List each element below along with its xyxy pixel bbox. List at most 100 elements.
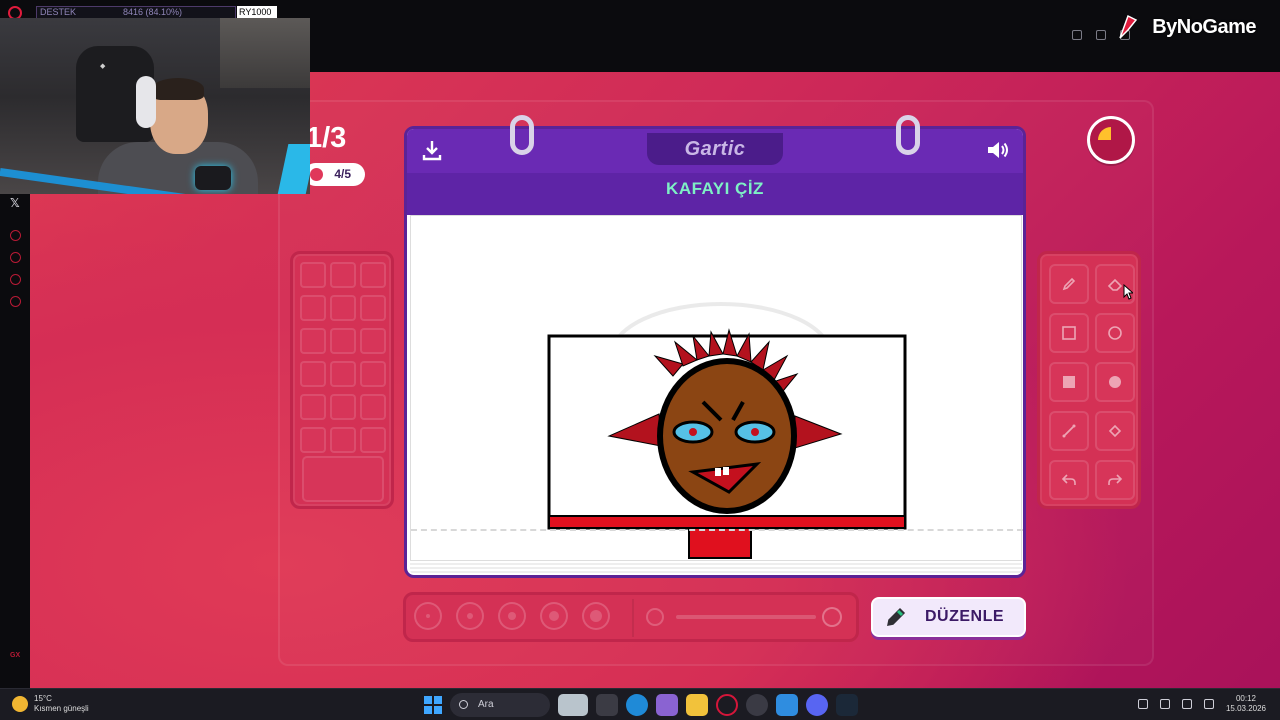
card-ring-right (896, 115, 920, 155)
edit-button-label: DÜZENLE (925, 608, 1005, 625)
color-swatch[interactable] (300, 328, 326, 354)
edge-icon[interactable] (626, 694, 648, 716)
app-icon[interactable] (746, 694, 768, 716)
color-swatch[interactable] (330, 361, 356, 387)
system-tray: 00:12 15.03.2026 (1137, 694, 1266, 714)
brush-size-dot (426, 614, 430, 618)
brush-size-option[interactable] (498, 602, 526, 630)
circle-outline-icon (1108, 326, 1122, 340)
cam-streamer-hair (152, 78, 204, 100)
undo-tool[interactable] (1049, 460, 1089, 500)
current-color-swatch[interactable] (302, 456, 384, 502)
chevron-up-icon[interactable] (1137, 699, 1148, 709)
app-icon[interactable] (776, 694, 798, 716)
task-view-icon[interactable] (596, 694, 618, 716)
gx-sidebar-badge: GX (10, 652, 21, 659)
opacity-min-icon (646, 608, 664, 626)
pencil-tool[interactable] (1049, 264, 1089, 304)
mouse-cursor-icon (1123, 284, 1133, 300)
brush-size-options (414, 602, 610, 630)
brush-settings-bar (403, 592, 859, 642)
timer-progress (1098, 127, 1124, 153)
sun-icon (12, 696, 28, 712)
destek-label: DESTEK (40, 7, 77, 17)
brush-size-option[interactable] (456, 602, 484, 630)
brush-size-dot (508, 612, 516, 620)
color-swatch-grid (300, 262, 386, 453)
file-explorer-icon[interactable] (686, 694, 708, 716)
eraser-icon (1107, 278, 1123, 291)
card-ring-left (510, 115, 534, 155)
pencil-icon (1062, 277, 1076, 291)
cam-microphone (195, 166, 231, 190)
bucket-tool[interactable] (1095, 411, 1135, 451)
x-twitter-icon[interactable]: 𝕏 (10, 196, 20, 210)
players-icon (310, 168, 323, 181)
brush-size-dot (590, 610, 602, 622)
brush-size-option[interactable] (582, 602, 610, 630)
weather-widget[interactable]: 15°C Kısmen güneşli (12, 694, 89, 714)
color-swatch[interactable] (360, 262, 386, 288)
color-swatch[interactable] (330, 394, 356, 420)
steam-icon[interactable] (836, 694, 858, 716)
rectangle-outline-tool[interactable] (1049, 313, 1089, 353)
color-swatch[interactable] (360, 328, 386, 354)
color-swatch[interactable] (360, 295, 386, 321)
color-swatch[interactable] (360, 361, 386, 387)
circle-outline-tool[interactable] (1095, 313, 1135, 353)
windows-start-icon[interactable] (424, 696, 442, 714)
color-swatch[interactable] (330, 295, 356, 321)
color-swatch[interactable] (300, 427, 326, 453)
brush-size-option[interactable] (540, 602, 568, 630)
brush-size-dot (549, 611, 559, 621)
microphone-icon[interactable] (1159, 699, 1170, 709)
sidebar-player-icon[interactable] (10, 230, 21, 241)
color-swatch[interactable] (330, 262, 356, 288)
circle-fill-tool[interactable] (1095, 362, 1135, 402)
drawing-canvas[interactable] (410, 215, 1023, 561)
speaker-icon[interactable] (985, 137, 1011, 163)
sidebar-history-icon[interactable] (10, 252, 21, 263)
volume-icon[interactable] (1203, 699, 1214, 709)
sidebar-settings-icon[interactable] (10, 296, 21, 307)
color-swatch[interactable] (330, 427, 356, 453)
color-swatch[interactable] (300, 394, 326, 420)
clock-date: 15.03.2026 (1225, 704, 1266, 713)
color-swatch[interactable] (300, 361, 326, 387)
brush-size-dot (467, 613, 473, 619)
opera-gx-icon[interactable] (716, 694, 738, 716)
round-timer (1087, 116, 1135, 164)
snapshot-icon[interactable] (1096, 30, 1106, 40)
line-tool[interactable] (1049, 411, 1089, 451)
taskbar-search[interactable]: Ara (450, 693, 550, 717)
clock-time: 00:12 (1235, 694, 1256, 703)
color-swatch[interactable] (300, 262, 326, 288)
copilot-icon[interactable] (656, 694, 678, 716)
download-icon[interactable] (419, 137, 445, 163)
network-icon[interactable] (1181, 699, 1192, 709)
discord-icon[interactable] (806, 694, 828, 716)
redo-tool[interactable] (1095, 460, 1135, 500)
color-swatch[interactable] (300, 295, 326, 321)
rectangle-fill-icon (1063, 376, 1075, 388)
tools-grid (1046, 264, 1135, 500)
line-icon (1062, 424, 1076, 438)
bynogame-logo-text: ByNoGame (1152, 16, 1256, 38)
cloud-widget-icon[interactable] (558, 694, 588, 716)
clock[interactable]: 00:12 15.03.2026 (1226, 694, 1266, 714)
paint-bucket-icon (1108, 424, 1122, 438)
rectangle-fill-tool[interactable] (1049, 362, 1089, 402)
opacity-slider-knob[interactable] (822, 607, 842, 627)
rectangle-outline-icon (1062, 326, 1076, 340)
pin-icon[interactable] (1072, 30, 1082, 40)
card-paper-edge (410, 563, 1022, 575)
sidebar-pinboard-icon[interactable] (10, 274, 21, 285)
brush-size-option[interactable] (414, 602, 442, 630)
edit-button[interactable]: DÜZENLE (871, 597, 1026, 637)
color-swatch[interactable] (360, 427, 386, 453)
opacity-slider[interactable] (676, 615, 816, 619)
cam-chair-logo: ◆ (100, 63, 106, 70)
bynogame-logo-mark-icon (1119, 14, 1138, 39)
color-swatch[interactable] (330, 328, 356, 354)
color-swatch[interactable] (360, 394, 386, 420)
